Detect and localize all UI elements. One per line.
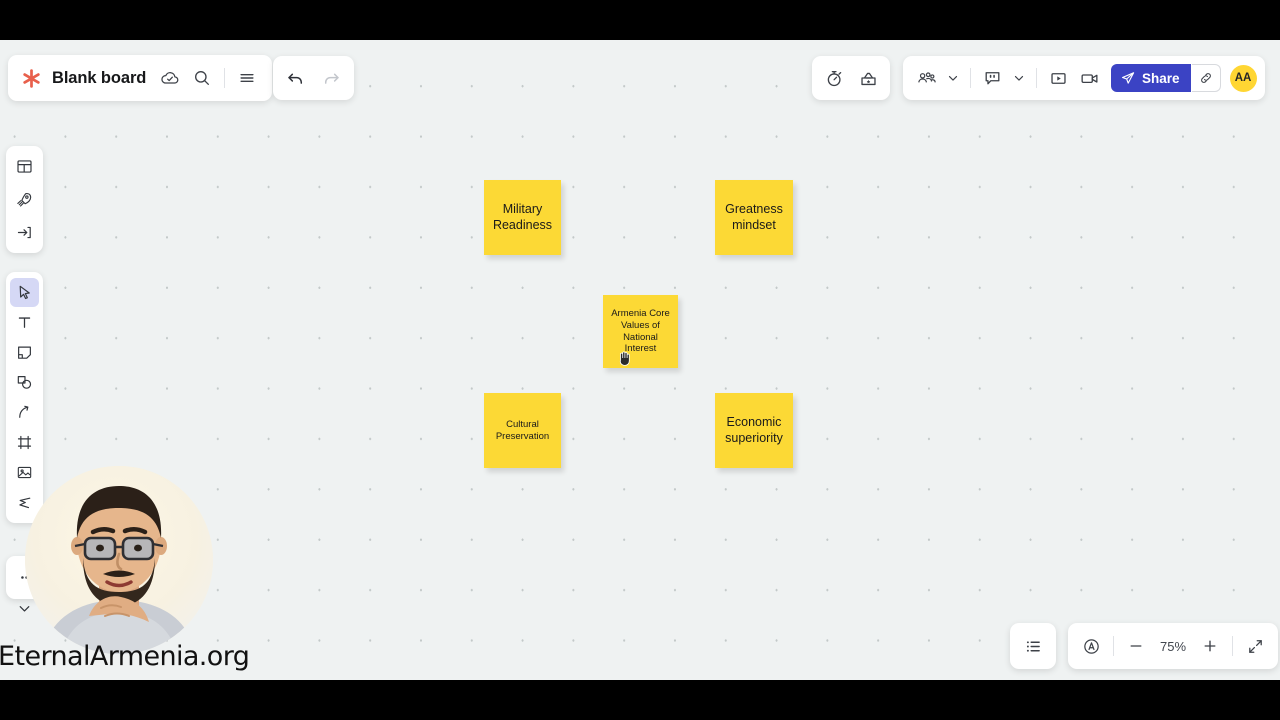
undo-arrow-icon[interactable] — [280, 63, 310, 93]
presentation-play-icon[interactable] — [1043, 63, 1073, 93]
timer-toolbar — [812, 56, 890, 100]
zoom-divider-2 — [1232, 636, 1233, 656]
tool-frame[interactable] — [10, 428, 39, 457]
share-button[interactable]: Share — [1111, 64, 1191, 92]
paper-plane-icon — [1120, 70, 1136, 86]
webcam-video — [25, 466, 213, 654]
webcam-overlay — [25, 466, 213, 654]
actions-toolbar: Share AA — [903, 56, 1265, 100]
comment-bubble-icon[interactable] — [977, 63, 1007, 93]
tool-select[interactable] — [10, 278, 39, 307]
board-toolbar: Blank board — [8, 55, 273, 101]
user-avatar[interactable]: AA — [1229, 64, 1257, 92]
zoom-toolbar: 75% — [1068, 623, 1278, 669]
templates-layout-icon[interactable] — [10, 152, 39, 181]
copy-link-button[interactable] — [1191, 64, 1221, 92]
board-outline-button[interactable] — [1010, 623, 1056, 669]
video-camera-icon[interactable] — [1074, 63, 1104, 93]
tool-text[interactable] — [10, 308, 39, 337]
bulleted-list-icon — [1023, 636, 1044, 657]
watermark-text: EternalArmenia.org — [0, 641, 250, 672]
chevron-down-icon[interactable] — [1008, 63, 1030, 93]
stopwatch-icon[interactable] — [819, 63, 849, 93]
zoom-out-button[interactable] — [1121, 631, 1151, 661]
cloud-check-icon[interactable] — [155, 63, 185, 93]
redo-arrow-icon[interactable] — [317, 63, 347, 93]
actions-divider-1 — [970, 68, 971, 88]
search-icon[interactable] — [187, 63, 217, 93]
asterisk-star-logo[interactable] — [16, 63, 46, 93]
sticky-note-greatness-mindset[interactable]: Greatness mindset — [715, 180, 793, 255]
import-arrow-icon[interactable] — [10, 218, 39, 247]
grab-hand-cursor — [614, 348, 634, 368]
tool-connector[interactable] — [10, 398, 39, 427]
share-button-label: Share — [1142, 70, 1180, 86]
chevron-down-icon[interactable] — [942, 63, 964, 93]
zoom-level-label[interactable]: 75% — [1153, 639, 1193, 654]
toolbar-divider — [224, 68, 226, 88]
circled-a-icon[interactable] — [1076, 631, 1106, 661]
expand-arrows-icon[interactable] — [1240, 631, 1270, 661]
link-chain-icon — [1198, 70, 1214, 86]
sticky-note-military-readiness[interactable]: Military Readiness — [484, 180, 561, 255]
sticky-note-cultural-preservation[interactable]: Cultural Preservation — [484, 393, 561, 468]
tool-sticky-note[interactable] — [10, 338, 39, 367]
screen: Military Readiness Greatness mindset Armen… — [0, 0, 1280, 720]
users-group-icon[interactable] — [911, 63, 941, 93]
actions-divider-2 — [1036, 68, 1037, 88]
board-title[interactable]: Blank board — [52, 69, 146, 88]
zoom-in-button[interactable] — [1195, 631, 1225, 661]
history-toolbar — [273, 56, 354, 100]
zoom-divider-1 — [1113, 636, 1114, 656]
hamburger-menu-icon[interactable] — [232, 63, 262, 93]
tool-shapes[interactable] — [10, 368, 39, 397]
rocket-icon[interactable] — [10, 185, 39, 214]
left-rail-top-group — [6, 146, 43, 253]
sticky-note-economic-superiority[interactable]: Economic superiority — [715, 393, 793, 468]
voting-box-icon[interactable] — [853, 63, 883, 93]
